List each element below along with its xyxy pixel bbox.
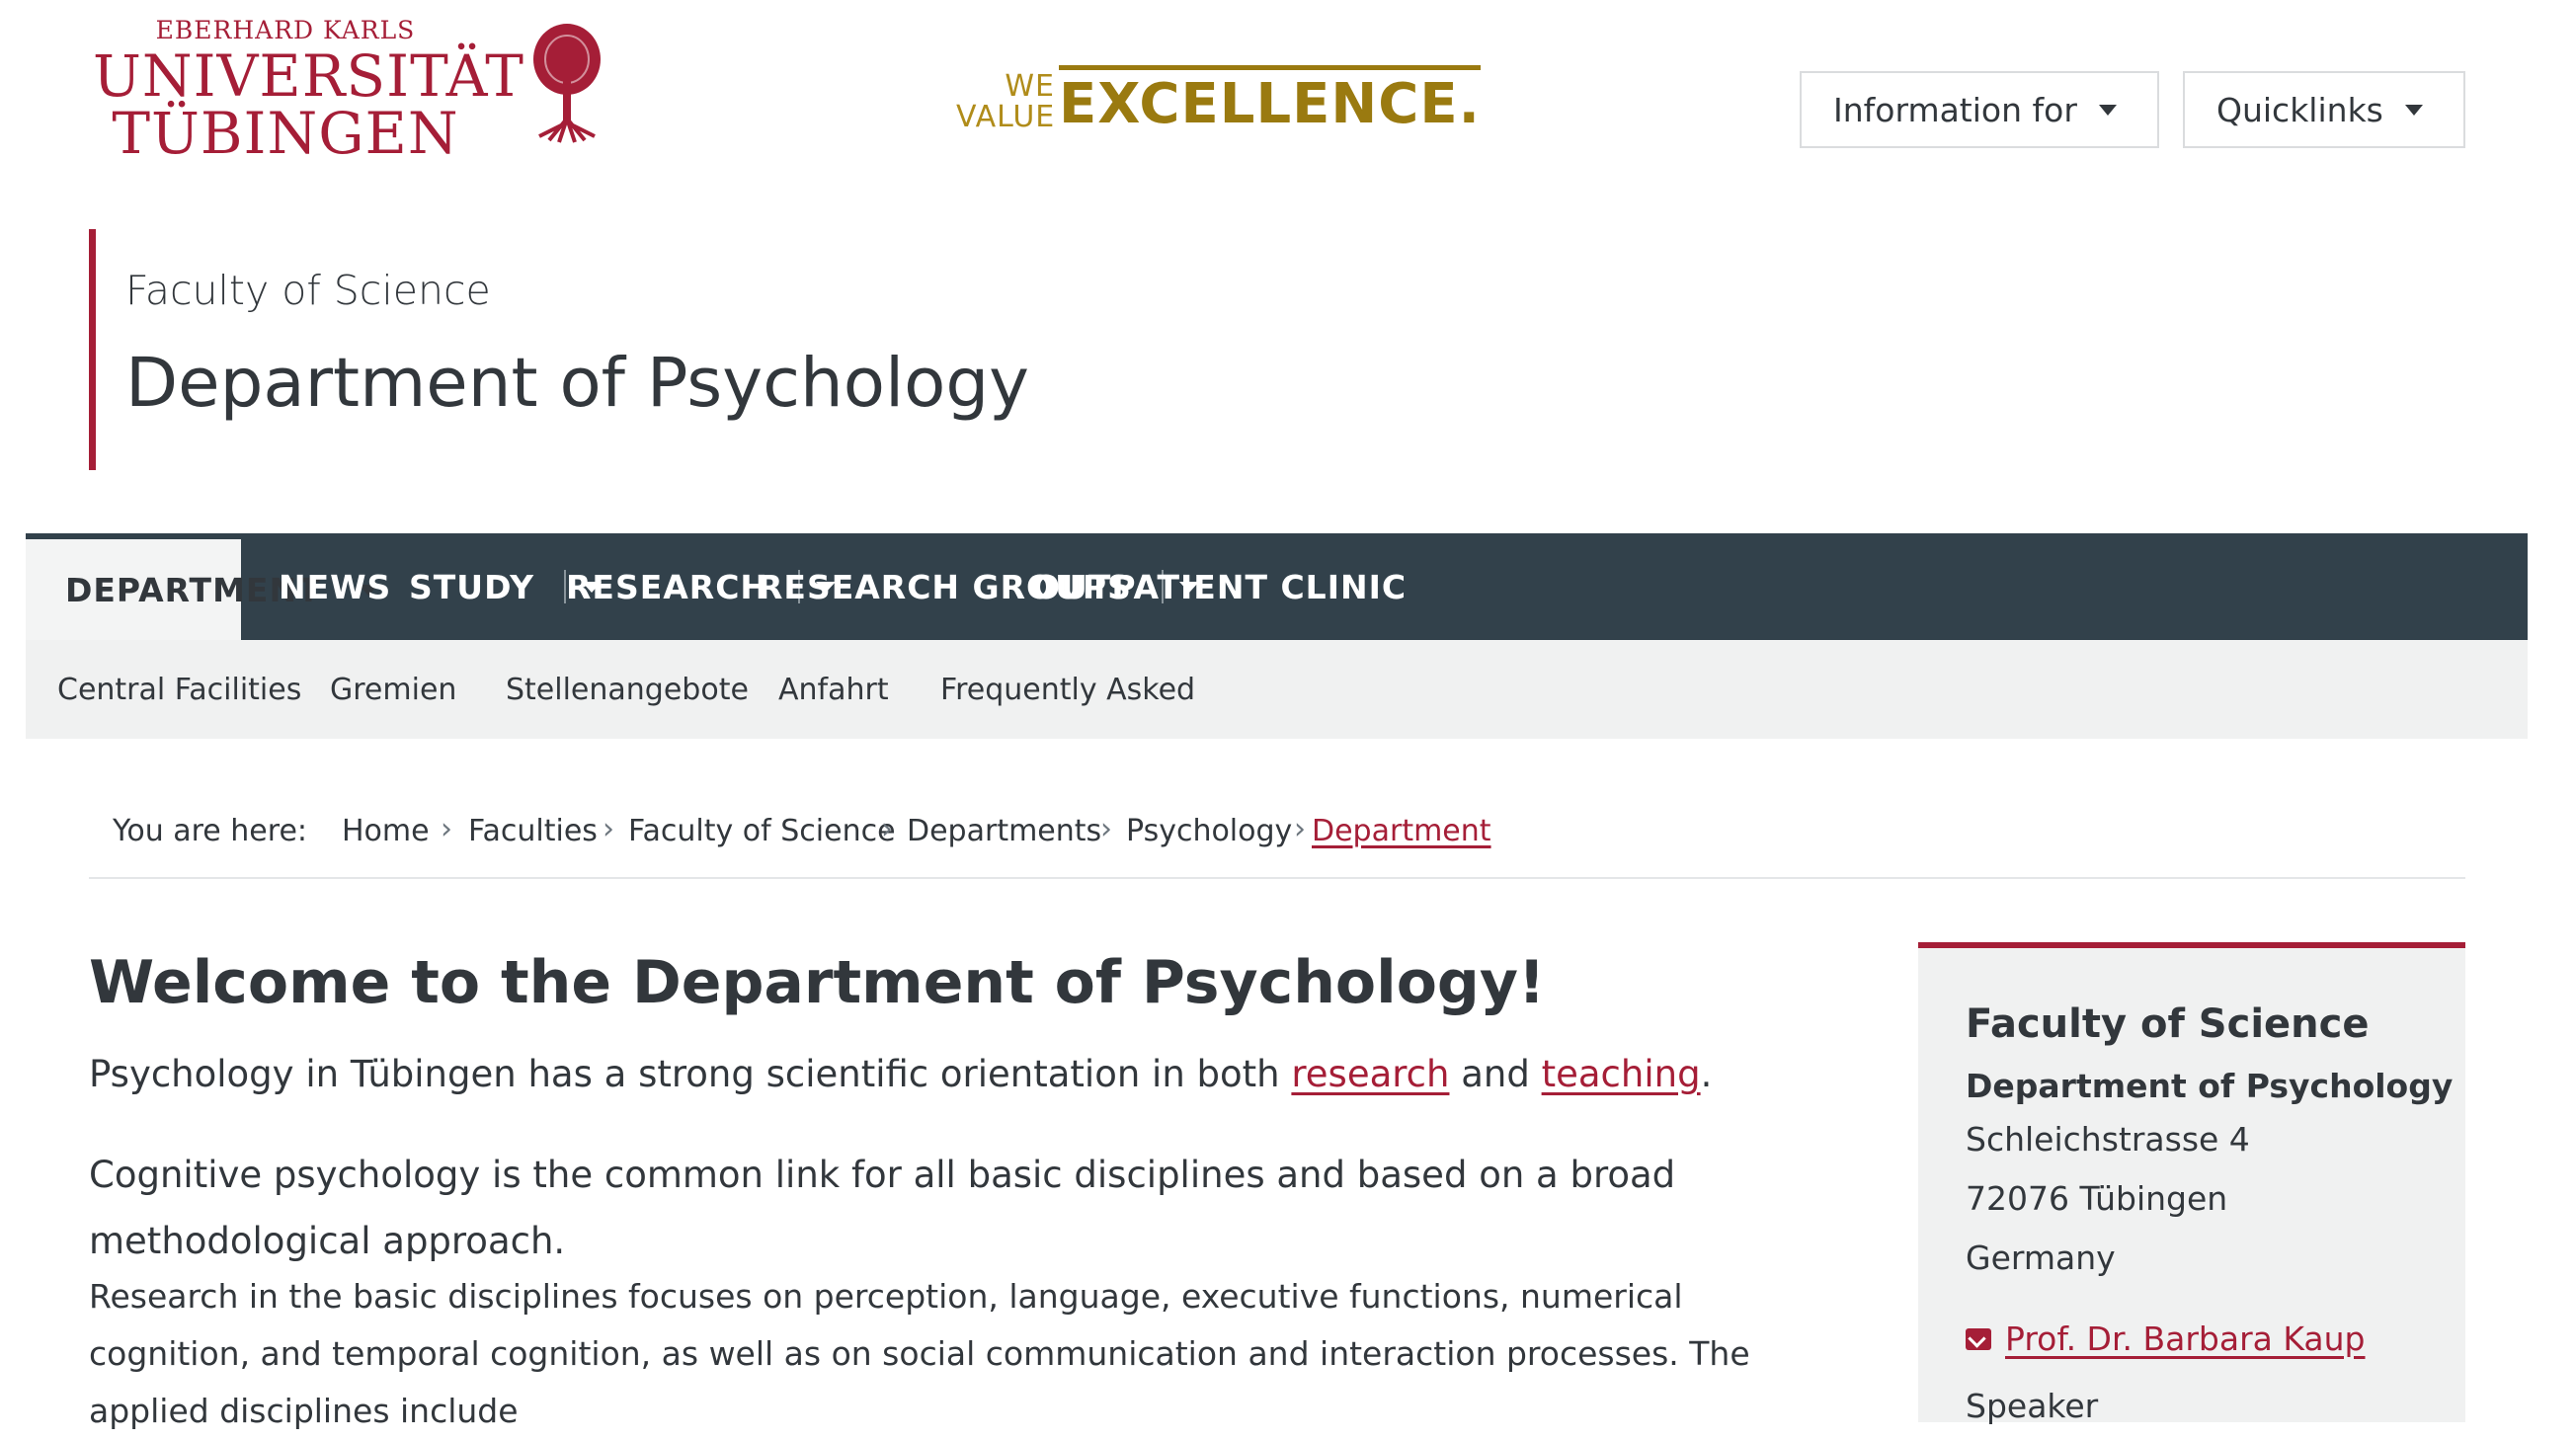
nav-study-label: STUDY [409, 567, 534, 606]
nav-news[interactable]: NEWS [279, 533, 391, 640]
breadcrumb-departments[interactable]: Departments [907, 814, 1101, 848]
sidebar-contact: Prof. Dr. Barbara Kaup [1966, 1320, 2366, 1358]
breadcrumb-psychology[interactable]: Psychology [1126, 814, 1292, 848]
chevron-right-icon: › [881, 812, 893, 846]
intro-text-3: . [1700, 1053, 1713, 1095]
caret-down-icon [2098, 104, 2117, 116]
contact-sidebar: Faculty of Science Department of Psychol… [1918, 942, 2465, 1425]
caret-down-icon [2404, 104, 2423, 116]
sub-navigation: Central Facilities Gremien Stellenangebo… [26, 640, 2528, 739]
sidebar-country: Germany [1966, 1239, 2116, 1277]
breadcrumb-prefix: You are here: [113, 814, 308, 848]
slogan-value: VALUE [956, 100, 1056, 134]
page-title: Department of Psychology [125, 344, 1029, 423]
sidebar-street: Schleichstrasse 4 [1966, 1120, 2250, 1159]
palm-tree-icon [533, 24, 601, 143]
subnav-frequently-asked[interactable]: Frequently Asked [940, 640, 1195, 739]
logo-line-3: TÜBINGEN [112, 100, 459, 167]
subnav-central-facilities[interactable]: Central Facilities [57, 640, 301, 739]
nav-department[interactable]: DEPARTMENT [26, 539, 378, 640]
faculty-kicker: Faculty of Science [125, 267, 491, 314]
chevron-right-icon: › [603, 812, 614, 846]
cognitive-psychology-paragraph: Cognitive psychology is the common link … [89, 1154, 1676, 1262]
page-title-block: Faculty of Science Department of Psychol… [89, 229, 1029, 470]
chevron-right-icon: › [1294, 812, 1306, 846]
sidebar-department: Department of Psychology [1966, 1067, 2454, 1105]
intro-text-2: and [1449, 1053, 1542, 1095]
sidebar-faculty: Faculty of Science [1966, 1001, 2370, 1047]
subnav-anfahrt[interactable]: Anfahrt [778, 640, 889, 739]
intro-paragraph: Psychology in Tübingen has a strong scie… [89, 1053, 1712, 1095]
breadcrumb-faculties[interactable]: Faculties [468, 814, 598, 848]
nav-news-label: NEWS [279, 567, 392, 606]
slogan-we-value: WE VALUE [956, 71, 1055, 132]
sidebar-contact-role: Speaker [1966, 1387, 2099, 1425]
chevron-right-icon: › [1100, 812, 1112, 846]
breadcrumb-faculty-of-science[interactable]: Faculty of Science [628, 814, 896, 848]
logo-line-2: UNIVERSITÄT [93, 42, 524, 110]
research-link[interactable]: research [1291, 1053, 1449, 1095]
quicklinks-label: Quicklinks [2216, 90, 2383, 129]
sidebar-city: 72076 Tübingen [1966, 1179, 2228, 1218]
information-for-dropdown[interactable]: Information for [1800, 71, 2159, 148]
intro-text-1: Psychology in Tübingen has a strong scie… [89, 1053, 1292, 1095]
chevron-right-icon: › [441, 812, 452, 846]
nav-outpatient-clinic[interactable]: OUTPATIENT CLINIC [1032, 533, 1407, 640]
quicklinks-dropdown[interactable]: Quicklinks [2183, 71, 2465, 148]
nav-outpatient-clinic-label: OUTPATIENT CLINIC [1032, 567, 1408, 606]
mail-icon [1966, 1327, 1991, 1350]
university-logo[interactable]: EBERHARD KARLS UNIVERSITÄT TÜBINGEN [93, 8, 626, 162]
welcome-heading: Welcome to the Department of Psychology! [89, 948, 1546, 1017]
logo-wordmark: EBERHARD KARLS UNIVERSITÄT TÜBINGEN [93, 8, 524, 167]
subnav-stellenangebote[interactable]: Stellenangebote [506, 640, 749, 739]
slogan-we: WE [1005, 69, 1055, 104]
nav-research-label: RESEARCH [566, 567, 769, 606]
breadcrumb-current-department[interactable]: Department [1312, 814, 1491, 848]
slogan-excellence: EXCELLENCE. [1059, 65, 1481, 139]
teaching-link[interactable]: teaching [1542, 1053, 1701, 1095]
subnav-gremien[interactable]: Gremien [330, 640, 456, 739]
breadcrumb-home[interactable]: Home [342, 814, 430, 848]
main-navigation: DEPARTMENT NEWS STUDY RESEARCH RESEARCH … [26, 533, 2528, 640]
contact-email-link[interactable]: Prof. Dr. Barbara Kaup [2005, 1320, 2366, 1358]
research-disciplines-paragraph: Research in the basic disciplines focuse… [89, 1277, 1750, 1430]
breadcrumb: You are here: Home › Faculties › Faculty… [89, 796, 2465, 879]
information-for-label: Information for [1833, 90, 2077, 129]
